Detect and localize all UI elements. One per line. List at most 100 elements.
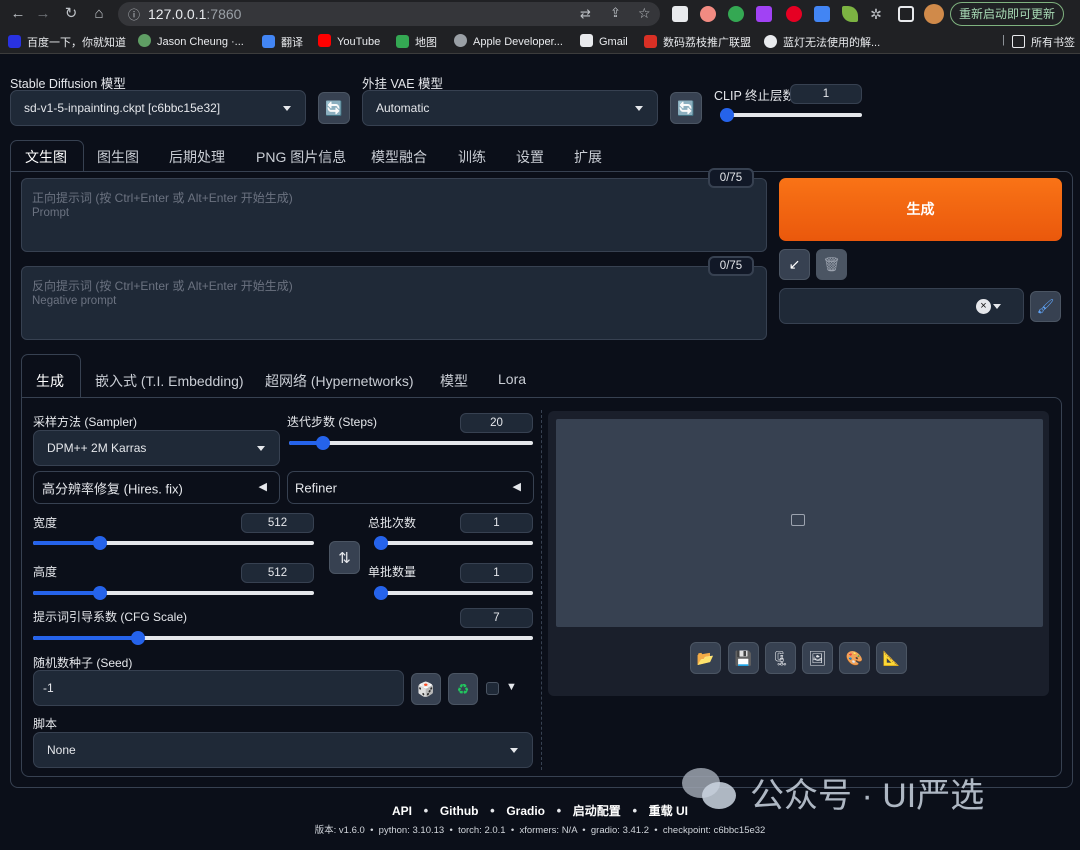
bookmark-star-icon[interactable]: ☆ <box>638 5 651 22</box>
batch-size-input[interactable]: 1 <box>460 563 533 583</box>
clear-prompt-button[interactable]: 🗑 <box>816 249 847 280</box>
bookmark-item[interactable]: 百度一下，你就知道 <box>8 34 126 50</box>
back-icon[interactable]: ← <box>8 4 28 24</box>
refresh-model-button[interactable]: 🔄 <box>318 92 350 124</box>
profile-avatar[interactable] <box>924 4 944 24</box>
width-slider[interactable] <box>33 536 314 550</box>
site-info-icon[interactable]: ⓘ <box>128 6 140 23</box>
clip-skip-slider[interactable] <box>720 108 862 122</box>
share-icon[interactable]: ⇪ <box>610 5 621 21</box>
all-bookmarks-folder[interactable]: 所有书签 <box>1012 34 1075 50</box>
bookmark-item[interactable]: Apple Developer... <box>454 34 563 48</box>
tab-extensions[interactable]: 扩展 <box>574 147 602 167</box>
home-icon[interactable]: ⌂ <box>89 4 109 24</box>
tab-checkpoint-merger[interactable]: 模型融合 <box>371 147 427 167</box>
address-bar[interactable]: ⓘ 127.0.0.1:7860 ⇄ ⇪ ☆ <box>118 2 660 26</box>
tab-img2img[interactable]: 图生图 <box>97 147 139 167</box>
send-to-img2img-button[interactable]: 🖼 <box>802 642 833 674</box>
footer-link-api[interactable]: API <box>392 804 412 818</box>
bookmark-item[interactable]: 蓝灯无法使用的解... <box>764 34 880 50</box>
translate-icon[interactable]: ⇄ <box>580 6 591 22</box>
slider-handle[interactable] <box>720 108 734 122</box>
vae-dropdown[interactable]: Automatic <box>362 90 658 126</box>
send-to-inpaint-button[interactable]: 🎨 <box>839 642 870 674</box>
cfg-input[interactable]: 7 <box>460 608 533 628</box>
cfg-label: 提示词引导系数 (CFG Scale) <box>33 610 188 624</box>
clear-icon[interactable]: × <box>976 299 991 314</box>
slider-handle[interactable] <box>374 536 388 550</box>
send-to-extras-button[interactable]: 📐 <box>876 642 907 674</box>
forward-icon[interactable]: → <box>33 4 53 24</box>
tab-txt2img[interactable]: 文生图 <box>25 147 67 167</box>
swap-dimensions-button[interactable]: ⇅ <box>329 541 360 574</box>
width-input[interactable]: 512 <box>241 513 314 533</box>
footer-link-github[interactable]: Github <box>440 804 479 818</box>
triangle-down-icon[interactable]: ▼ <box>506 681 517 693</box>
height-slider[interactable] <box>33 586 314 600</box>
generate-button[interactable]: 生成 <box>779 178 1062 241</box>
extension-icon[interactable] <box>700 6 716 22</box>
cfg-slider[interactable] <box>33 631 533 645</box>
batch-count-slider[interactable] <box>374 536 533 550</box>
zip-button[interactable]: 🗜 <box>765 642 796 674</box>
subtab-lora[interactable]: Lora <box>498 371 526 387</box>
extension-icon[interactable] <box>756 6 772 22</box>
footer-link-reload-ui[interactable]: 重载 UI <box>649 804 688 818</box>
bookmark-item[interactable]: Gmail <box>580 34 628 48</box>
batch-size-label: 单批数量 <box>368 565 417 579</box>
sampler-dropdown[interactable]: DPM++ 2M Karras <box>33 430 280 466</box>
hires-fix-accordion[interactable]: 高分辨率修复 (Hires. fix) ◀ <box>33 471 280 504</box>
refresh-vae-button[interactable]: 🔄 <box>670 92 702 124</box>
slider-handle[interactable] <box>131 631 145 645</box>
extension-x-icon[interactable] <box>672 6 688 22</box>
bookmark-item[interactable]: 翻译 <box>262 34 303 50</box>
script-label: 脚本 <box>33 717 58 731</box>
steps-input[interactable]: 20 <box>460 413 533 433</box>
extensions-puzzle-icon[interactable]: ✲ <box>866 4 886 24</box>
read-params-button[interactable]: ↙ <box>779 249 810 280</box>
script-dropdown[interactable]: None <box>33 732 533 768</box>
styles-dropdown[interactable]: × <box>779 288 1024 324</box>
batch-count-input[interactable]: 1 <box>460 513 533 533</box>
seed-input[interactable]: -1 <box>33 670 404 706</box>
pinterest-icon[interactable] <box>786 6 802 22</box>
extra-seed-checkbox[interactable] <box>486 682 499 695</box>
subtab-generation[interactable]: 生成 <box>36 371 64 391</box>
extension-leaf-icon[interactable] <box>842 6 858 22</box>
refiner-accordion[interactable]: Refiner ◀ <box>287 471 534 504</box>
footer-dot: • <box>556 803 562 818</box>
reload-icon[interactable]: ↻ <box>61 4 81 24</box>
subtab-hypernetworks[interactable]: 超网络 (Hypernetworks) <box>265 371 414 391</box>
sidepanel-icon[interactable] <box>898 6 914 22</box>
tab-train[interactable]: 训练 <box>458 147 486 167</box>
tab-extras[interactable]: 后期处理 <box>169 147 225 167</box>
steps-slider[interactable] <box>289 436 533 450</box>
batch-size-slider[interactable] <box>374 586 533 600</box>
translate-extension-icon[interactable] <box>814 6 830 22</box>
height-input[interactable]: 512 <box>241 563 314 583</box>
subtab-embedding[interactable]: 嵌入式 (T.I. Embedding) <box>95 371 244 391</box>
edit-styles-button[interactable]: 🖌 <box>1030 291 1061 322</box>
refiner-label: Refiner <box>295 480 337 495</box>
sampler-value: DPM++ 2M Karras <box>47 441 147 455</box>
slider-handle[interactable] <box>374 586 388 600</box>
bookmark-item[interactable]: YouTube <box>318 34 380 48</box>
tab-png-info[interactable]: PNG 图片信息 <box>256 147 346 167</box>
tab-settings[interactable]: 设置 <box>516 147 544 167</box>
bookmark-item[interactable]: 地图 <box>396 34 437 50</box>
clip-skip-input[interactable]: 1 <box>790 84 862 104</box>
footer-link-gradio[interactable]: Gradio <box>506 804 545 818</box>
footer-link-startup-profile[interactable]: 启动配置 <box>573 804 621 818</box>
random-seed-button[interactable]: 🎲 <box>411 673 441 705</box>
open-folder-button[interactable]: 📂 <box>690 642 721 674</box>
relaunch-update-button[interactable]: 重新启动即可更新 <box>950 2 1064 26</box>
bookmark-item[interactable]: Jason Cheung ·... <box>138 34 244 48</box>
extension-check-icon[interactable] <box>728 6 744 22</box>
reuse-seed-button[interactable]: ♻ <box>448 673 478 705</box>
bookmark-item[interactable]: 数码荔枝推广联盟 <box>644 34 751 50</box>
subtab-models[interactable]: 模型 <box>440 371 468 391</box>
save-button[interactable]: 💾 <box>728 642 759 674</box>
negative-prompt-textarea[interactable]: 反向提示词 (按 Ctrl+Enter 或 Alt+Enter 开始生成) Ne… <box>21 266 767 340</box>
sd-model-dropdown[interactable]: sd-v1-5-inpainting.ckpt [c6bbc15e32] <box>10 90 306 126</box>
positive-prompt-textarea[interactable]: 正向提示词 (按 Ctrl+Enter 或 Alt+Enter 开始生成) Pr… <box>21 178 767 252</box>
